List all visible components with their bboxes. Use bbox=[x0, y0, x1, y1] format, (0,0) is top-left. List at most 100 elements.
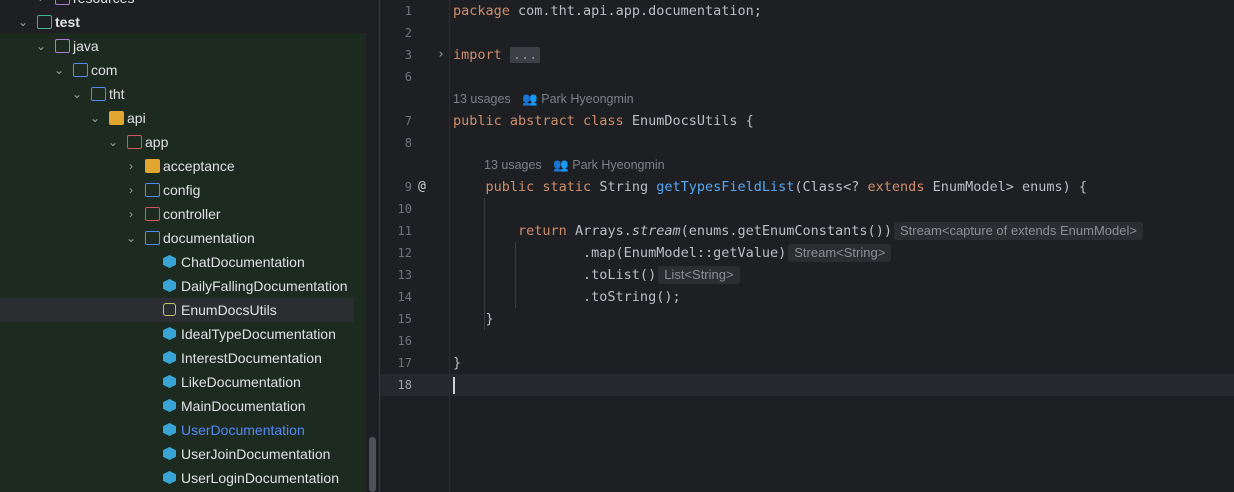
class-icon bbox=[163, 399, 176, 412]
tree-item-label: acceptance bbox=[163, 158, 235, 174]
code-lens-method[interactable]: 13 usages 👥 Park Hyeongmin bbox=[484, 154, 665, 176]
author-name: Park Hyeongmin bbox=[572, 158, 665, 172]
line-number[interactable]: 7 bbox=[380, 110, 412, 132]
tree-item-label: DailyFallingDocumentation bbox=[181, 278, 348, 294]
line-number[interactable]: 12 bbox=[380, 242, 412, 264]
tree-item-label: IdealTypeDocumentation bbox=[181, 326, 336, 342]
class-icon bbox=[163, 351, 176, 364]
code-line-15: } bbox=[453, 311, 494, 327]
tree-item[interactable]: ⌄ tht bbox=[0, 82, 366, 106]
tree-item[interactable]: IdealTypeDocumentation bbox=[0, 322, 366, 346]
tree-item[interactable]: › resources bbox=[0, 0, 366, 10]
class-icon bbox=[163, 471, 176, 484]
tree-item[interactable]: UserDocumentation bbox=[0, 418, 366, 442]
package-folder-icon bbox=[145, 231, 160, 245]
tree-item[interactable]: MainDocumentation bbox=[0, 394, 366, 418]
tree-item-label: config bbox=[163, 182, 201, 198]
chevron-right-icon[interactable]: › bbox=[124, 154, 138, 178]
tree-item[interactable]: ⌄ java bbox=[0, 34, 366, 58]
chevron-right-icon[interactable]: › bbox=[124, 202, 138, 226]
fold-expand-icon[interactable]: › bbox=[437, 44, 445, 66]
line-number[interactable]: 17 bbox=[380, 352, 412, 374]
usages-count[interactable]: 13 usages bbox=[453, 92, 511, 106]
class-icon bbox=[163, 255, 176, 268]
package-folder-icon bbox=[91, 87, 106, 101]
chevron-down-icon[interactable]: ⌄ bbox=[52, 58, 66, 82]
tree-item[interactable]: ⌄ documentation bbox=[0, 226, 366, 250]
code-lens-class[interactable]: 13 usages 👥 Park Hyeongmin bbox=[453, 88, 634, 110]
class-icon bbox=[163, 423, 176, 436]
tree-item-label: documentation bbox=[163, 230, 255, 246]
tree-item[interactable]: ⌄ com bbox=[0, 58, 366, 82]
tree-item-label: UserDocumentation bbox=[181, 422, 305, 438]
tree-item[interactable]: ChatDocumentation bbox=[0, 250, 366, 274]
author-name: Park Hyeongmin bbox=[541, 92, 634, 106]
tree-item-label: resources bbox=[73, 0, 134, 10]
line-number[interactable]: 1 bbox=[380, 0, 412, 22]
tree-item[interactable]: ⌄ app bbox=[0, 130, 366, 154]
project-tree: › resources ⌄ test ⌄ java ⌄ com ⌄ tht ⌄ api ⌄ app › acc… bbox=[0, 0, 379, 492]
tree-item[interactable]: › controller bbox=[0, 202, 366, 226]
line-number[interactable]: 3 bbox=[380, 44, 412, 66]
package-folder-icon bbox=[145, 159, 160, 173]
line-number[interactable]: 2 bbox=[380, 22, 412, 44]
tree-item-label: tht bbox=[109, 86, 125, 102]
code-line-12: .map(EnumModel::getValue) Stream<String> bbox=[453, 242, 892, 264]
tree-item-label: ChatDocumentation bbox=[181, 254, 305, 270]
author-icon: 👥 bbox=[553, 158, 569, 172]
line-number[interactable]: 18 bbox=[380, 374, 412, 396]
type-hint: List<String> bbox=[658, 266, 740, 284]
tree-item[interactable]: DailyFallingDocumentation bbox=[0, 274, 366, 298]
line-number[interactable]: 11 bbox=[380, 220, 412, 242]
tree-item[interactable]: ⌄ test bbox=[0, 10, 366, 34]
tree-item[interactable]: LikeDocumentation bbox=[0, 370, 366, 394]
type-hint: Stream<String> bbox=[788, 244, 892, 262]
author-icon: 👥 bbox=[522, 92, 538, 106]
tree-item[interactable]: InterestDocumentation bbox=[0, 346, 366, 370]
gutter-separator bbox=[449, 0, 450, 492]
tree-item[interactable]: EnumDocsUtils bbox=[0, 298, 366, 322]
tree-item-label: UserJoinDocumentation bbox=[181, 446, 331, 462]
line-number[interactable]: 16 bbox=[380, 330, 412, 352]
tree-item-label: LikeDocumentation bbox=[181, 374, 301, 390]
import-fold-placeholder[interactable]: ... bbox=[509, 47, 541, 63]
line-number[interactable]: 6 bbox=[380, 66, 412, 88]
line-number[interactable]: 13 bbox=[380, 264, 412, 286]
package-folder-icon bbox=[127, 135, 142, 149]
line-number[interactable]: 8 bbox=[380, 132, 412, 154]
tree-item-label: java bbox=[73, 38, 99, 54]
tree-item[interactable]: ⌄ api bbox=[0, 106, 366, 130]
tree-item[interactable]: › config bbox=[0, 178, 366, 202]
code-editor[interactable]: 1 2 3 6 7 8 9 10 11 12 13 14 15 16 17 18 › @ package co… bbox=[380, 0, 1234, 492]
chevron-down-icon[interactable]: ⌄ bbox=[88, 106, 102, 130]
tree-scrollbar[interactable] bbox=[369, 437, 376, 492]
class-icon bbox=[163, 327, 176, 340]
line-number[interactable]: 15 bbox=[380, 308, 412, 330]
chevron-down-icon[interactable]: ⌄ bbox=[106, 130, 120, 154]
chevron-down-icon[interactable]: ⌄ bbox=[70, 82, 84, 106]
code-line-17: } bbox=[453, 355, 462, 371]
usages-count[interactable]: 13 usages bbox=[484, 158, 542, 172]
chevron-down-icon[interactable]: ⌄ bbox=[34, 34, 48, 58]
tree-item-label: app bbox=[145, 134, 169, 150]
chevron-down-icon[interactable]: ⌄ bbox=[16, 10, 30, 34]
class-icon bbox=[163, 375, 176, 388]
tree-item[interactable]: UserJoinDocumentation bbox=[0, 442, 366, 466]
resources-folder-icon bbox=[55, 0, 70, 5]
chevron-right-icon[interactable]: › bbox=[34, 0, 48, 10]
code-line-11: return Arrays.stream(enums.getEnumConsta… bbox=[453, 220, 1143, 242]
override-at-icon[interactable]: @ bbox=[418, 176, 426, 198]
line-number[interactable]: 9 bbox=[380, 176, 412, 198]
tree-item[interactable]: › acceptance bbox=[0, 154, 366, 178]
tree-item-label: MainDocumentation bbox=[181, 398, 306, 414]
package-folder-icon bbox=[145, 207, 160, 221]
code-line-3: import ... bbox=[453, 44, 541, 66]
line-number[interactable]: 10 bbox=[380, 198, 412, 220]
package-folder-icon bbox=[73, 63, 88, 77]
java-source-folder-icon bbox=[55, 39, 70, 53]
class-icon bbox=[163, 279, 176, 292]
chevron-down-icon[interactable]: ⌄ bbox=[124, 226, 138, 250]
line-number[interactable]: 14 bbox=[380, 286, 412, 308]
tree-item[interactable]: UserLoginDocumentation bbox=[0, 466, 366, 490]
chevron-right-icon[interactable]: › bbox=[124, 178, 138, 202]
